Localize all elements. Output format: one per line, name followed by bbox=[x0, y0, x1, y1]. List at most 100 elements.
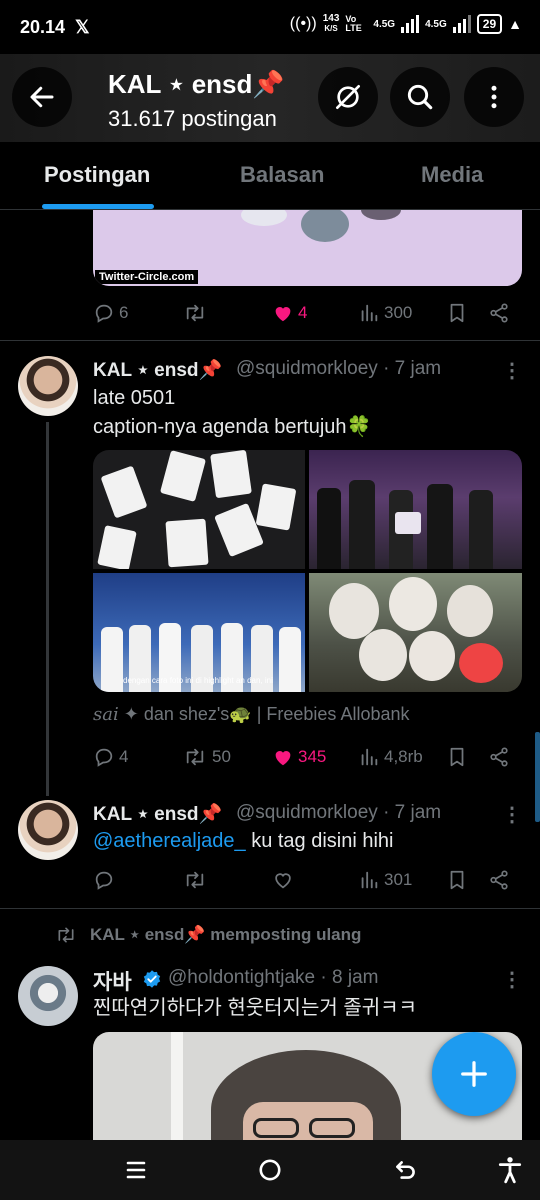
profile-tabs: Postingan Balasan Media bbox=[0, 142, 540, 210]
more-options-icon[interactable]: ⋮ bbox=[502, 802, 522, 827]
profile-header: KAL ⋆ ensd📌 31.617 postingan bbox=[0, 54, 540, 142]
search-button[interactable] bbox=[390, 67, 450, 127]
repost-indicator-label: KAL ⋆ ensd📌 memposting ulang bbox=[90, 925, 362, 944]
avatar[interactable] bbox=[18, 966, 78, 1026]
tweet-text: 찐따연기하다가 현웃터지는거 졸귀ㅋㅋ bbox=[93, 997, 417, 1019]
share-icon bbox=[490, 303, 508, 323]
system-nav-bar bbox=[0, 1140, 540, 1200]
twitter-circle-card[interactable]: Twitter-Circle.com bbox=[93, 210, 522, 286]
like-button[interactable] bbox=[272, 869, 294, 891]
media-caption: dengan cara foto ini di highlight an dan… bbox=[123, 676, 273, 685]
avatar[interactable] bbox=[18, 800, 78, 860]
network-speed-unit: K/S bbox=[324, 24, 338, 33]
home-button[interactable] bbox=[250, 1152, 290, 1188]
reply-button[interactable] bbox=[93, 869, 115, 891]
repost-button[interactable] bbox=[182, 302, 208, 324]
media-photo-3[interactable]: dengan cara foto ini di highlight an dan… bbox=[93, 573, 305, 692]
bookmark-icon bbox=[450, 303, 464, 323]
mention-link[interactable]: @aetherealjade_ bbox=[93, 830, 246, 852]
media-grid[interactable]: dengan cara foto ini di highlight an dan… bbox=[93, 450, 522, 692]
share-button[interactable] bbox=[488, 302, 510, 324]
repost-button[interactable]: 50 bbox=[182, 746, 231, 768]
circle-home-icon bbox=[259, 1159, 281, 1181]
media-photo-4[interactable] bbox=[309, 573, 522, 692]
avatar[interactable] bbox=[18, 356, 78, 416]
author-handle[interactable]: @squidmorkloey · 7 jam bbox=[236, 802, 441, 824]
author-handle[interactable]: @squidmorkloey · 7 jam bbox=[236, 358, 441, 380]
person-figure bbox=[317, 488, 341, 569]
photo-background bbox=[171, 1032, 183, 1140]
status-indicators: ((•)) 143 K/S Vo LTE 4.5G 4.5G 29 ▲ bbox=[290, 14, 522, 34]
more-vertical-icon bbox=[491, 85, 497, 109]
author-name[interactable]: 자바 bbox=[93, 966, 132, 996]
views-chart-icon bbox=[361, 871, 378, 889]
photo-cutout bbox=[359, 629, 407, 681]
repost-button[interactable] bbox=[182, 869, 208, 891]
views-button[interactable]: 300 bbox=[358, 302, 412, 324]
bookmark-button[interactable] bbox=[446, 302, 468, 324]
tagged-users-rest: ✦ dan shez's🐢 | Freebies Allobank bbox=[118, 704, 410, 724]
tweet-text-line2: caption-nya agenda bertujuh🍀 bbox=[93, 416, 372, 438]
tab-balasan[interactable]: Balasan bbox=[240, 162, 324, 188]
author-name[interactable]: KAL ⋆ ensd📌 bbox=[93, 358, 222, 382]
tab-media[interactable]: Media bbox=[421, 162, 483, 188]
tab-postingan[interactable]: Postingan bbox=[44, 162, 150, 188]
scrollbar-thumb[interactable] bbox=[535, 732, 540, 822]
reply-button[interactable]: 4 bbox=[93, 746, 128, 768]
author-name[interactable]: KAL ⋆ ensd📌 bbox=[93, 802, 222, 826]
reply-icon bbox=[95, 748, 113, 767]
circle-slash-icon bbox=[336, 85, 360, 109]
more-options-icon[interactable]: ⋮ bbox=[502, 358, 522, 383]
photo-card bbox=[395, 512, 421, 534]
back-nav-button[interactable] bbox=[386, 1152, 426, 1188]
bookmark-icon bbox=[450, 870, 464, 890]
repost-indicator[interactable]: KAL ⋆ ensd📌 memposting ulang bbox=[54, 925, 361, 945]
repost-icon bbox=[186, 304, 204, 322]
reply-button[interactable]: 6 bbox=[93, 302, 128, 324]
repost-icon bbox=[186, 871, 204, 889]
verified-badge-icon bbox=[142, 969, 162, 994]
media-photo-1[interactable] bbox=[93, 450, 305, 569]
reply-count: 4 bbox=[119, 747, 129, 766]
back-arrow-icon bbox=[396, 1161, 415, 1179]
post-count: 31.617 postingan bbox=[108, 106, 277, 131]
repost-icon bbox=[58, 927, 74, 943]
network-type-1: 4.5G bbox=[373, 18, 396, 30]
more-button[interactable] bbox=[464, 67, 524, 127]
bookmark-button[interactable] bbox=[446, 869, 468, 891]
status-time: 20.14 bbox=[20, 16, 66, 37]
share-icon bbox=[490, 747, 508, 767]
circle-button[interactable] bbox=[318, 67, 378, 127]
like-button[interactable]: 345 bbox=[272, 746, 326, 768]
views-button[interactable]: 4,8rb bbox=[358, 746, 423, 768]
person-figure bbox=[101, 627, 123, 692]
media-photo-2[interactable] bbox=[309, 450, 522, 569]
photo-cutout bbox=[409, 631, 455, 681]
back-button[interactable] bbox=[12, 67, 72, 127]
person-figure bbox=[469, 490, 493, 569]
more-options-icon[interactable]: ⋮ bbox=[502, 967, 522, 992]
reply-icon bbox=[95, 304, 113, 323]
share-button[interactable] bbox=[488, 869, 510, 891]
share-button[interactable] bbox=[488, 746, 510, 768]
heart-filled-icon bbox=[275, 751, 291, 766]
signal-icon-1 bbox=[401, 15, 420, 33]
active-tab-indicator bbox=[42, 204, 154, 209]
compose-button[interactable] bbox=[432, 1032, 516, 1116]
network-speed: 143 K/S bbox=[323, 14, 340, 34]
recents-button[interactable] bbox=[116, 1152, 156, 1188]
like-button[interactable]: 4 bbox=[272, 302, 307, 324]
plus-icon bbox=[461, 1061, 487, 1087]
repost-icon bbox=[186, 748, 204, 766]
battery-icon: 29 bbox=[476, 14, 503, 34]
bookmark-button[interactable] bbox=[446, 746, 468, 768]
views-button[interactable]: 301 bbox=[358, 869, 412, 891]
views-chart-icon bbox=[361, 748, 378, 766]
bookmark-icon bbox=[450, 747, 464, 767]
person-figure bbox=[427, 484, 453, 569]
tagged-users[interactable]: sai ✦ dan shez's🐢 | Freebies Allobank bbox=[93, 704, 410, 725]
author-handle[interactable]: @holdontightjake · 8 jam bbox=[168, 967, 378, 989]
timeline[interactable]: Twitter-Circle.com 6 4 300 KAL ⋆ ensd📌 @… bbox=[0, 210, 540, 1140]
accessibility-button[interactable] bbox=[490, 1152, 530, 1188]
hotspot-icon: ((•)) bbox=[289, 15, 317, 32]
